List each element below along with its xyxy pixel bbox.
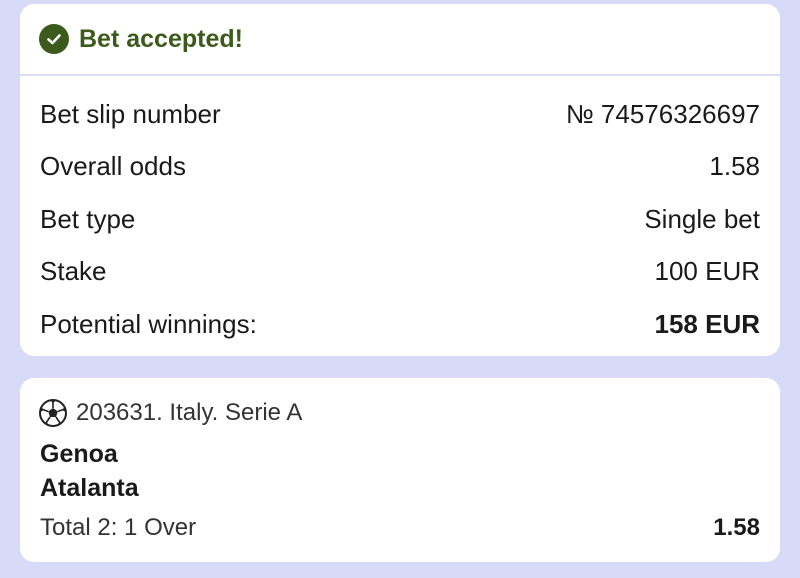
bet-type-value: Single bet [644,203,760,234]
bet-summary: Bet slip number № 74576326697 Overall od… [40,88,760,351]
event-card: 203631. Italy. Serie A Genoa Atalanta To… [20,378,780,562]
league-name: 203631. Italy. Serie A [76,399,303,426]
soccer-ball-icon [38,398,68,428]
market-row: Total 2: 1 Over 1.58 [40,514,760,542]
potential-winnings-label: Potential winnings: [40,308,257,339]
summary-row-potential-winnings: Potential winnings: 158 EUR [40,298,760,351]
summary-row-stake: Stake 100 EUR [40,246,760,299]
market-odds: 1.58 [713,514,760,541]
confirmation-header: Bet accepted! [20,4,780,76]
market-label: Total 2: 1 Over [40,514,197,541]
home-team: Genoa [40,440,118,468]
check-circle-icon [39,24,69,54]
stake-label: Stake [40,256,107,287]
stake-value: 100 EUR [654,256,761,287]
overall-odds-label: Overall odds [40,151,186,182]
summary-row-bet-type: Bet type Single bet [40,193,760,246]
confirmation-title: Bet accepted! [79,24,243,53]
bet-type-label: Bet type [40,203,136,234]
potential-winnings-value: 158 EUR [654,308,761,339]
slip-number-label: Bet slip number [40,98,221,129]
summary-row-slip-number: Bet slip number № 74576326697 [40,88,760,141]
overall-odds-value: 1.58 [709,151,760,182]
away-team: Atalanta [40,474,139,502]
league-line: 203631. Italy. Serie A [38,398,302,428]
bet-confirmation-card: Bet accepted! Bet slip number № 74576326… [20,4,780,356]
slip-number-value: № 74576326697 [565,98,760,129]
summary-row-overall-odds: Overall odds 1.58 [40,141,760,194]
